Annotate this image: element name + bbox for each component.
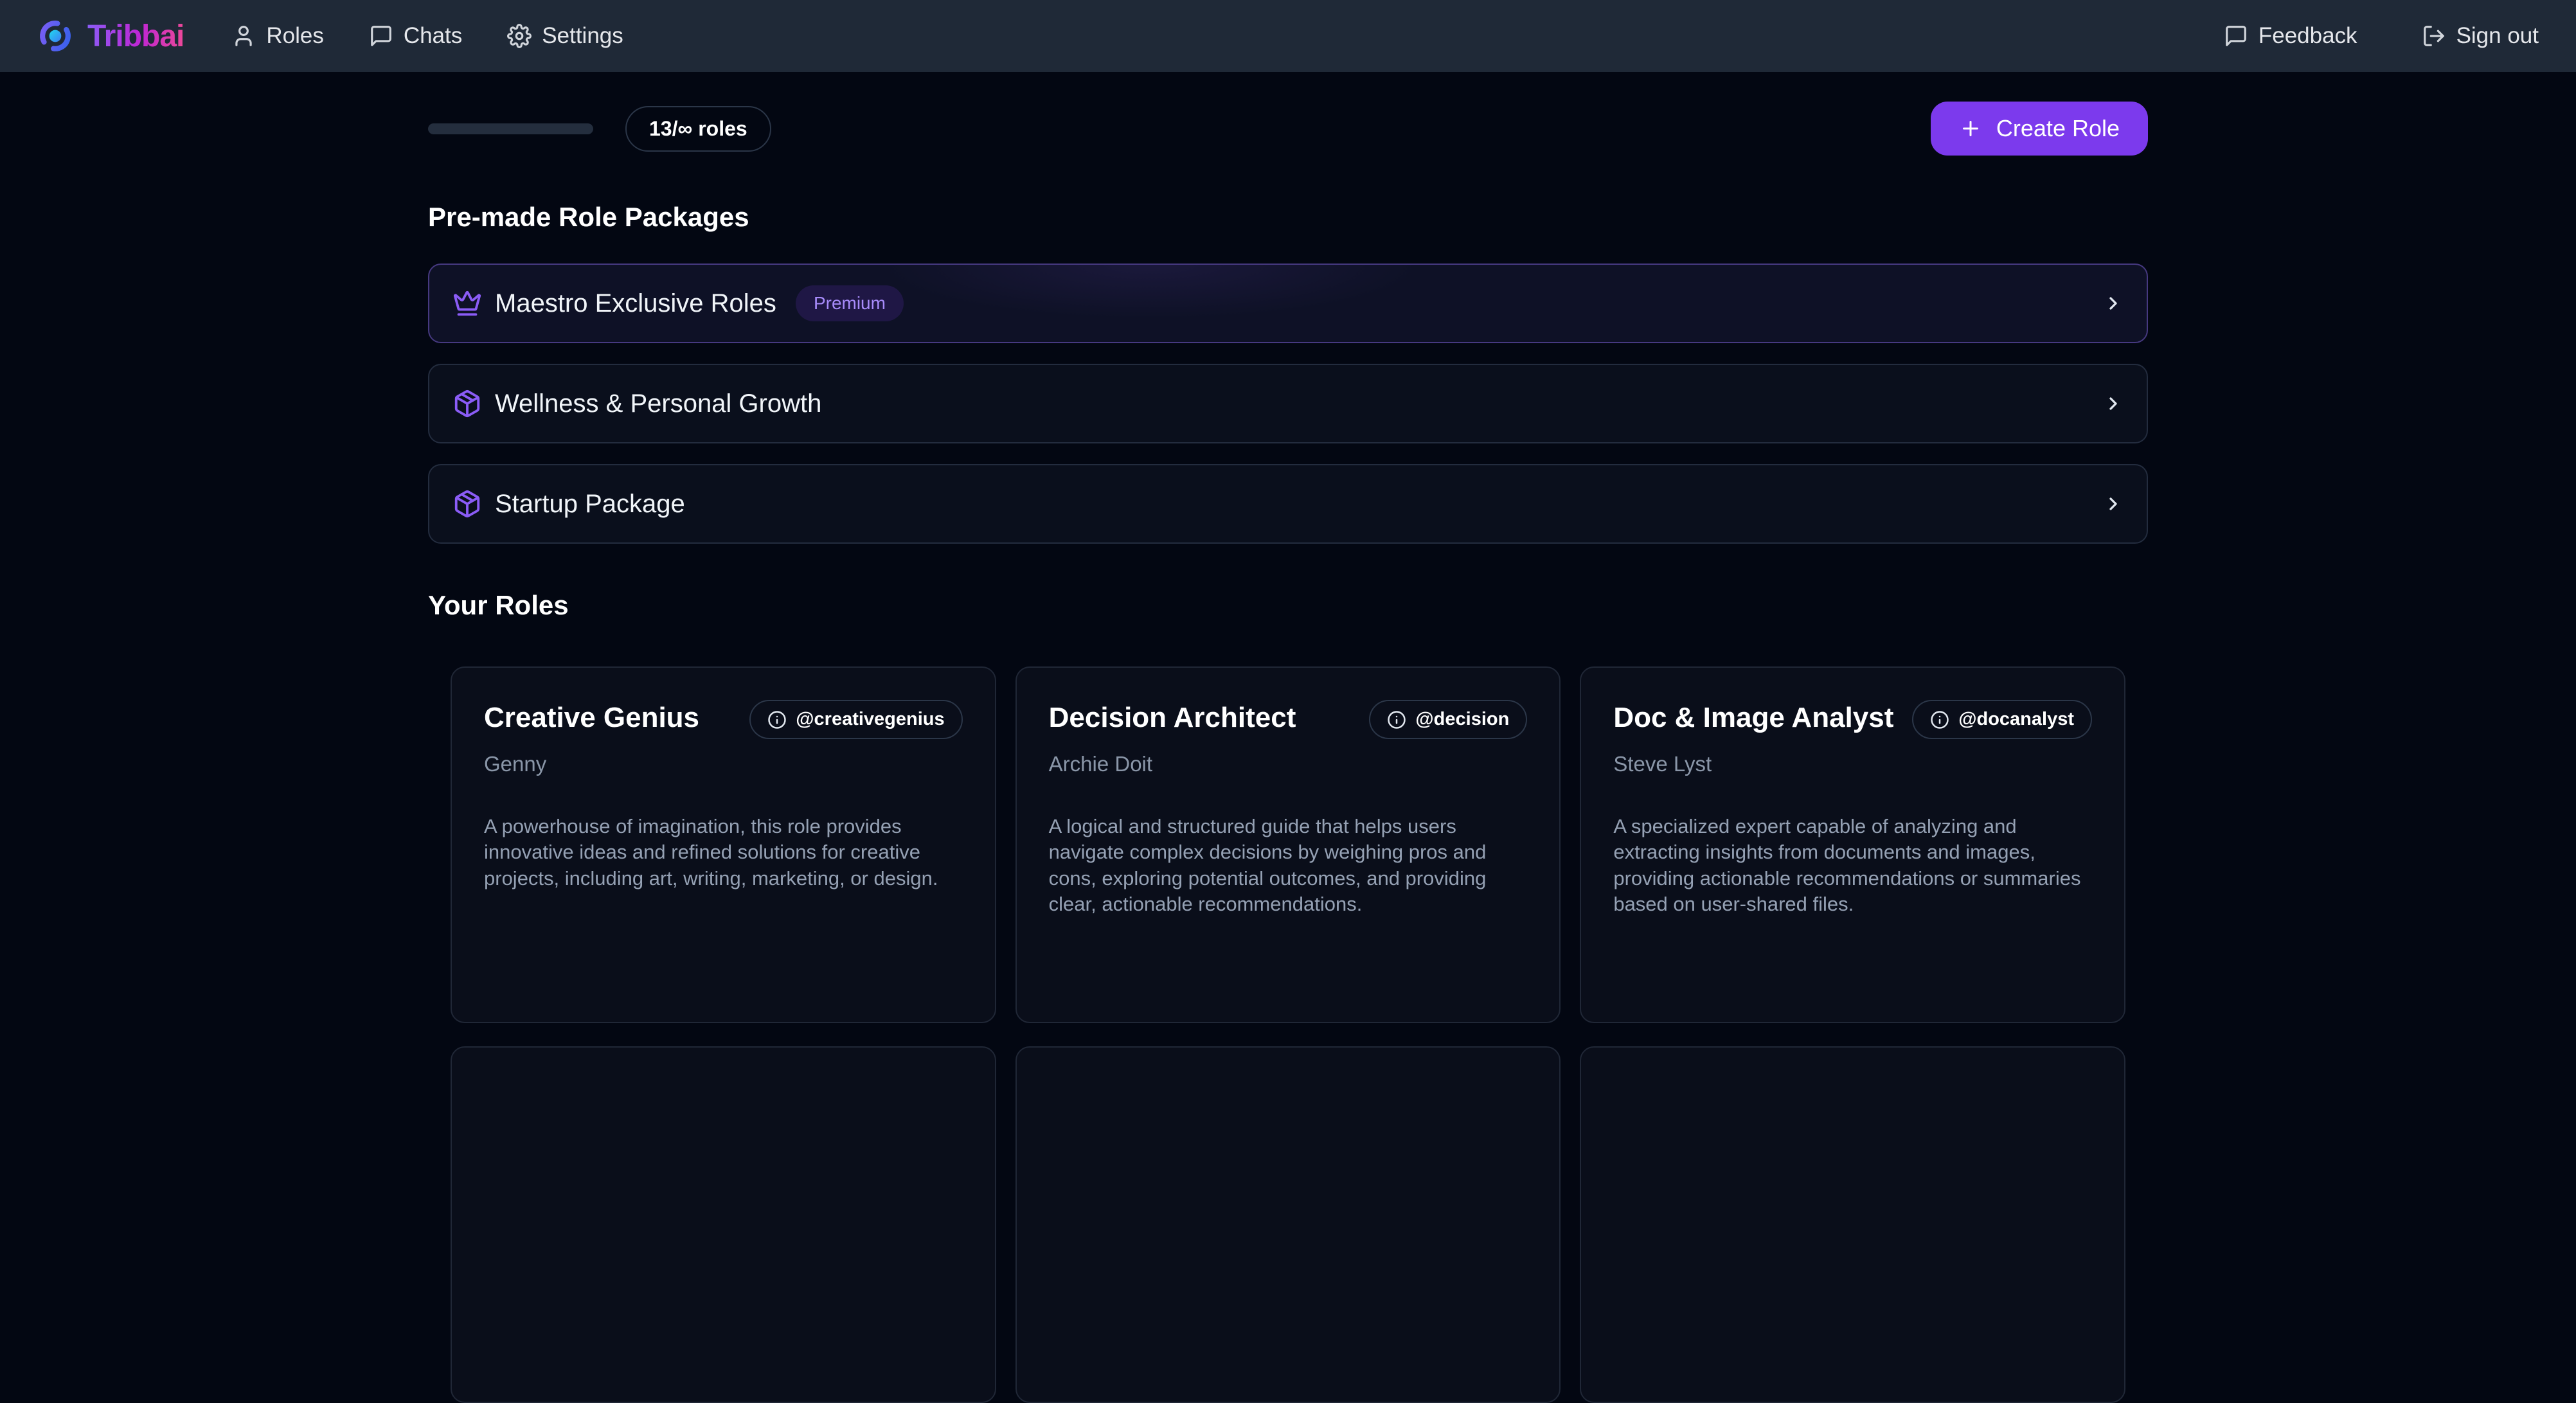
role-handle: @creativegenius xyxy=(796,709,944,730)
nav-item-chats[interactable]: Chats xyxy=(369,23,462,49)
roles-stats-row: 13/∞ roles Create Role xyxy=(428,102,2148,156)
tribbai-logo-icon xyxy=(37,18,73,54)
role-title: Doc & Image Analyst xyxy=(1613,702,1893,733)
role-handle-badge[interactable]: @decision xyxy=(1369,700,1527,739)
role-subtitle: Archie Doit xyxy=(1049,752,1528,776)
role-card-partial[interactable] xyxy=(451,1046,996,1403)
package-list: Maestro Exclusive Roles Premium Wellness… xyxy=(428,264,2148,544)
role-handle: @decision xyxy=(1415,709,1509,730)
topbar: Tribbai Roles Chats Settings xyxy=(0,0,2576,72)
roles-progress-bar xyxy=(428,123,593,134)
plus-icon xyxy=(1959,117,1982,140)
role-title: Decision Architect xyxy=(1049,702,1296,733)
role-description: A specialized expert capable of analyzin… xyxy=(1613,814,2092,917)
roles-count-badge: 13/∞ roles xyxy=(625,106,771,152)
topbar-right: Feedback Sign out xyxy=(2224,23,2539,49)
chevron-right-icon xyxy=(2103,293,2124,314)
role-card-partial[interactable] xyxy=(1015,1046,1561,1403)
info-icon xyxy=(767,710,787,729)
gear-icon xyxy=(507,24,532,48)
role-handle-badge[interactable]: @docanalyst xyxy=(1912,700,2092,739)
nav-item-roles[interactable]: Roles xyxy=(231,23,323,49)
nav-label: Settings xyxy=(542,23,623,49)
info-icon xyxy=(1930,710,1949,729)
nav-label: Roles xyxy=(266,23,323,49)
role-subtitle: Genny xyxy=(484,752,963,776)
brand-logo[interactable]: Tribbai xyxy=(37,18,184,54)
role-handle-badge[interactable]: @creativegenius xyxy=(749,700,962,739)
package-row-maestro[interactable]: Maestro Exclusive Roles Premium xyxy=(428,264,2148,343)
feedback-label: Feedback xyxy=(2258,23,2357,49)
main-nav: Roles Chats Settings xyxy=(231,23,623,49)
role-card-doc-image-analyst[interactable]: Doc & Image Analyst @docanalyst Steve Ly… xyxy=(1580,666,2125,1023)
sign-out-icon xyxy=(2422,24,2446,48)
package-row-startup[interactable]: Startup Package xyxy=(428,464,2148,544)
feedback-button[interactable]: Feedback xyxy=(2224,23,2357,49)
roles-grid: Creative Genius @creativegenius Genny A … xyxy=(428,666,2148,1403)
role-card-partial[interactable] xyxy=(1580,1046,2125,1403)
info-icon xyxy=(1387,710,1406,729)
chevron-right-icon xyxy=(2103,393,2124,414)
package-icon xyxy=(452,389,482,418)
package-name: Wellness & Personal Growth xyxy=(495,389,821,418)
role-card-decision-architect[interactable]: Decision Architect @decision Archie Doit… xyxy=(1015,666,1561,1023)
create-role-button[interactable]: Create Role xyxy=(1931,102,2148,156)
package-name: Startup Package xyxy=(495,490,685,519)
brand-name: Tribbai xyxy=(87,19,184,54)
packages-section-title: Pre-made Role Packages xyxy=(428,202,2148,233)
create-role-label: Create Role xyxy=(1996,115,2120,142)
package-row-wellness[interactable]: Wellness & Personal Growth xyxy=(428,364,2148,443)
chevron-right-icon xyxy=(2103,494,2124,514)
sign-out-label: Sign out xyxy=(2456,23,2539,49)
role-description: A logical and structured guide that help… xyxy=(1049,814,1528,917)
main-content: 13/∞ roles Create Role Pre-made Role Pac… xyxy=(428,102,2148,1403)
package-name: Maestro Exclusive Roles xyxy=(495,289,776,318)
chat-bubble-icon xyxy=(369,24,393,48)
package-icon xyxy=(452,489,482,519)
premium-badge: Premium xyxy=(796,285,904,321)
nav-label: Chats xyxy=(404,23,462,49)
role-subtitle: Steve Lyst xyxy=(1613,752,2092,776)
sign-out-button[interactable]: Sign out xyxy=(2422,23,2539,49)
chat-bubble-icon xyxy=(2224,24,2248,48)
nav-item-settings[interactable]: Settings xyxy=(507,23,623,49)
role-title: Creative Genius xyxy=(484,702,699,733)
roles-section-title: Your Roles xyxy=(428,590,2148,621)
crown-icon xyxy=(452,289,482,318)
user-icon xyxy=(231,24,256,48)
role-handle: @docanalyst xyxy=(1958,709,2074,730)
role-card-creative-genius[interactable]: Creative Genius @creativegenius Genny A … xyxy=(451,666,996,1023)
role-description: A powerhouse of imagination, this role p… xyxy=(484,814,963,891)
